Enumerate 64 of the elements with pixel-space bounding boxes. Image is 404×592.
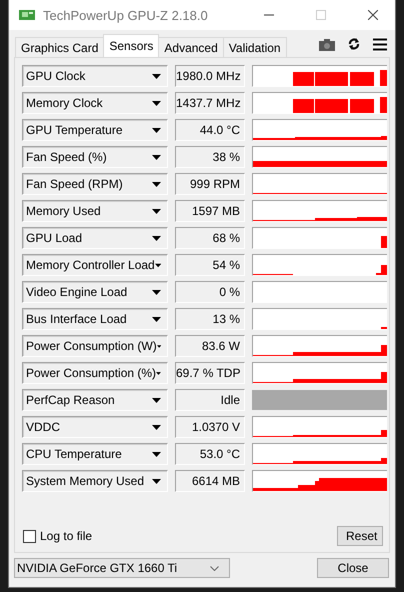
sensor-value: 1597 MB (175, 200, 245, 222)
caret-icon (152, 182, 161, 186)
tab[interactable]: Sensors (103, 34, 160, 57)
caret-icon (152, 452, 161, 456)
sensor-dropdown[interactable]: GPU Temperature (22, 119, 168, 141)
reset-button[interactable]: Reset (337, 526, 383, 546)
caret-icon (152, 290, 161, 294)
sensor-dropdown[interactable]: System Memory Used (22, 470, 168, 492)
sensor-value: 0 % (175, 281, 245, 303)
caret-icon (152, 154, 161, 160)
tab[interactable]: Graphics Card (15, 37, 104, 57)
sensor-value: 54 % (175, 254, 245, 276)
sensor-dropdown[interactable]: GPU Load (22, 227, 168, 249)
sensor-value: Idle (175, 389, 245, 411)
sensor-dropdown[interactable]: CPU Temperature (22, 443, 168, 465)
chevron-icon (210, 566, 219, 570)
sensor-value: 83.6 W (175, 335, 245, 357)
sensor-value: 53.0 °C (175, 443, 245, 465)
sensor-value: 69.7 % TDP (175, 362, 245, 384)
sensor-dropdown[interactable]: Power Consumption (%) (22, 362, 168, 384)
caret-icon (152, 398, 161, 402)
camera-icon[interactable] (319, 38, 335, 50)
maximize-icon (316, 10, 326, 20)
sensor-dropdown[interactable]: Power Consumption (W) (22, 335, 168, 357)
sensor-dropdown[interactable]: Bus Interface Load (22, 308, 168, 330)
window-title: TechPowerUp GPU-Z 2.18.0 (43, 8, 209, 22)
caret-icon (152, 128, 161, 132)
caret-icon (156, 344, 161, 348)
sensor-dropdown[interactable]: PerfCap Reason (22, 389, 168, 411)
sensor-dropdown[interactable]: Video Engine Load (22, 281, 168, 303)
caret-icon (152, 424, 161, 430)
tab[interactable]: Validation (222, 37, 287, 57)
caret-icon (152, 316, 161, 322)
refresh-icon[interactable] (347, 37, 361, 51)
graphics-card-icon (19, 9, 35, 21)
sensor-value: 1437.7 MHz (175, 92, 245, 114)
menu-icon[interactable] (373, 38, 387, 50)
caret-icon (152, 208, 161, 214)
sensor-dropdown[interactable]: Fan Speed (%) (22, 146, 168, 168)
caret-icon (152, 478, 161, 484)
sensor-value: 6614 MB (175, 470, 245, 492)
caret-icon (154, 262, 161, 268)
sensor-value: 38 % (175, 146, 245, 168)
checkbox-label[interactable]: Log to file (40, 529, 92, 543)
checkbox[interactable] (23, 530, 36, 542)
sensor-dropdown[interactable]: Memory Clock (22, 92, 168, 114)
close-dialog-button[interactable]: Close (317, 558, 389, 578)
gpu-select[interactable]: NVIDIA GeForce GTX 1660 Ti (14, 558, 230, 578)
sensor-value: 44.0 °C (175, 119, 245, 141)
sensor-value: 13 % (175, 308, 245, 330)
sensor-dropdown[interactable]: VDDC (22, 416, 168, 438)
sensor-value: 1.0370 V (175, 416, 245, 438)
caret-icon (152, 100, 161, 106)
sensor-value: 68 % (175, 227, 245, 249)
close-icon (368, 10, 378, 20)
sensor-dropdown[interactable]: Fan Speed (RPM) (22, 173, 168, 195)
sensor-dropdown[interactable]: Memory Controller Load (22, 254, 168, 276)
sensor-value: 1980.0 MHz (175, 65, 245, 87)
sensor-dropdown[interactable]: GPU Clock (22, 65, 168, 87)
sensor-value: 999 RPM (175, 173, 245, 195)
caret-icon (156, 370, 161, 376)
caret-icon (152, 74, 161, 78)
caret-icon (152, 236, 161, 240)
sensor-dropdown[interactable]: Memory Used (22, 200, 168, 222)
